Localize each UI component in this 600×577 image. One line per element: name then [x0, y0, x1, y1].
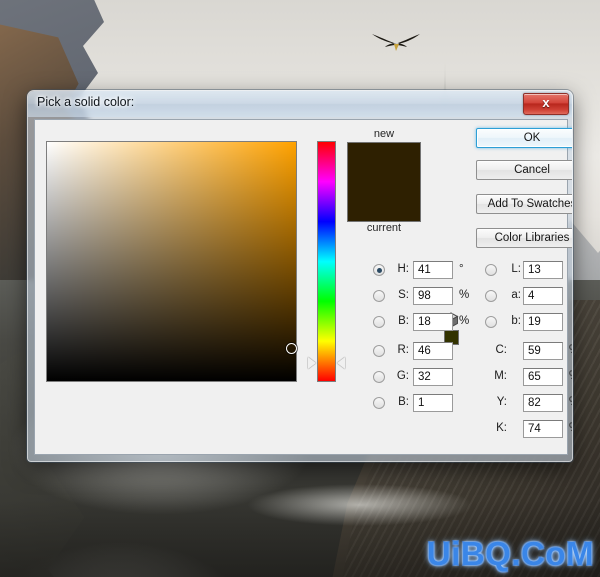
- label-r: R:: [397, 344, 410, 356]
- input-a[interactable]: 4: [523, 287, 563, 305]
- radio-h[interactable]: [373, 264, 385, 276]
- ok-button[interactable]: OK: [476, 128, 572, 148]
- unit-y: %: [569, 396, 572, 408]
- radio-b[interactable]: [373, 316, 385, 328]
- label-k: K:: [496, 422, 507, 434]
- radio-r[interactable]: [373, 345, 385, 357]
- bottom-vignette: [0, 500, 600, 577]
- saturation-brightness-field[interactable]: [46, 141, 298, 382]
- input-m[interactable]: 65: [523, 368, 563, 386]
- label-m: M:: [494, 370, 507, 382]
- hue-slider[interactable]: [308, 141, 345, 382]
- label-s: S:: [398, 289, 409, 301]
- unit-m: %: [569, 370, 572, 382]
- label-g: G:: [396, 370, 409, 382]
- label-c: C:: [495, 344, 508, 356]
- hue-spectrum-bar[interactable]: [317, 141, 336, 382]
- input-y[interactable]: 82: [523, 394, 563, 412]
- label-a: a:: [511, 289, 521, 301]
- input-r[interactable]: 46: [413, 342, 453, 360]
- radio-b[interactable]: [373, 397, 385, 409]
- color-picker-dialog: Pick a solid color: x new current H: 41 …: [27, 90, 573, 462]
- input-s[interactable]: 98: [413, 287, 453, 305]
- cancel-button[interactable]: Cancel: [476, 160, 572, 180]
- label-l: L:: [511, 263, 521, 275]
- new-color-swatch: [347, 142, 421, 182]
- dialog-title-bar[interactable]: Pick a solid color: x: [28, 91, 572, 117]
- unit-s: %: [459, 289, 470, 301]
- close-button[interactable]: x: [523, 93, 569, 115]
- dialog-title: Pick a solid color:: [37, 95, 135, 109]
- add-to-swatches-button[interactable]: Add To Swatches: [476, 194, 572, 214]
- radio-g[interactable]: [373, 371, 385, 383]
- unit-c: %: [569, 344, 572, 356]
- input-b[interactable]: 19: [523, 313, 563, 331]
- color-libraries-button[interactable]: Color Libraries: [476, 228, 572, 248]
- input-k[interactable]: 74: [523, 420, 563, 438]
- label-b: B:: [398, 396, 409, 408]
- new-color-label: new: [373, 128, 395, 140]
- label-y: Y:: [496, 396, 507, 408]
- sb-gradient: [47, 142, 296, 381]
- label-b: B:: [398, 315, 409, 327]
- input-h[interactable]: 41: [413, 261, 453, 279]
- input-c[interactable]: 59: [523, 342, 563, 360]
- dialog-client-area: new current H: 41 ° S: 98% B: 18% R: 46 G: 32 B: 1 …: [34, 119, 572, 455]
- input-l[interactable]: 13: [523, 261, 563, 279]
- unit-b: %: [459, 315, 470, 327]
- hue-slider-left-arrow-icon[interactable]: [308, 356, 316, 369]
- unit-h: °: [459, 263, 464, 275]
- color-preview-block: new current: [345, 128, 423, 234]
- input-g[interactable]: 32: [413, 368, 453, 386]
- hue-slider-right-arrow-icon[interactable]: [337, 356, 345, 369]
- current-color-label: current: [366, 222, 402, 234]
- input-b[interactable]: 1: [413, 394, 453, 412]
- input-b[interactable]: 18: [413, 313, 453, 331]
- radio-b[interactable]: [485, 316, 497, 328]
- radio-a[interactable]: [485, 290, 497, 302]
- label-b: b:: [511, 315, 521, 327]
- radio-l[interactable]: [485, 264, 497, 276]
- close-icon: x: [542, 95, 550, 110]
- eagle-icon: [372, 34, 420, 51]
- label-h: H:: [397, 263, 410, 275]
- unit-k: %: [569, 422, 572, 434]
- radio-s[interactable]: [373, 290, 385, 302]
- current-color-swatch[interactable]: [347, 182, 421, 222]
- sb-black-gradient: [47, 142, 296, 381]
